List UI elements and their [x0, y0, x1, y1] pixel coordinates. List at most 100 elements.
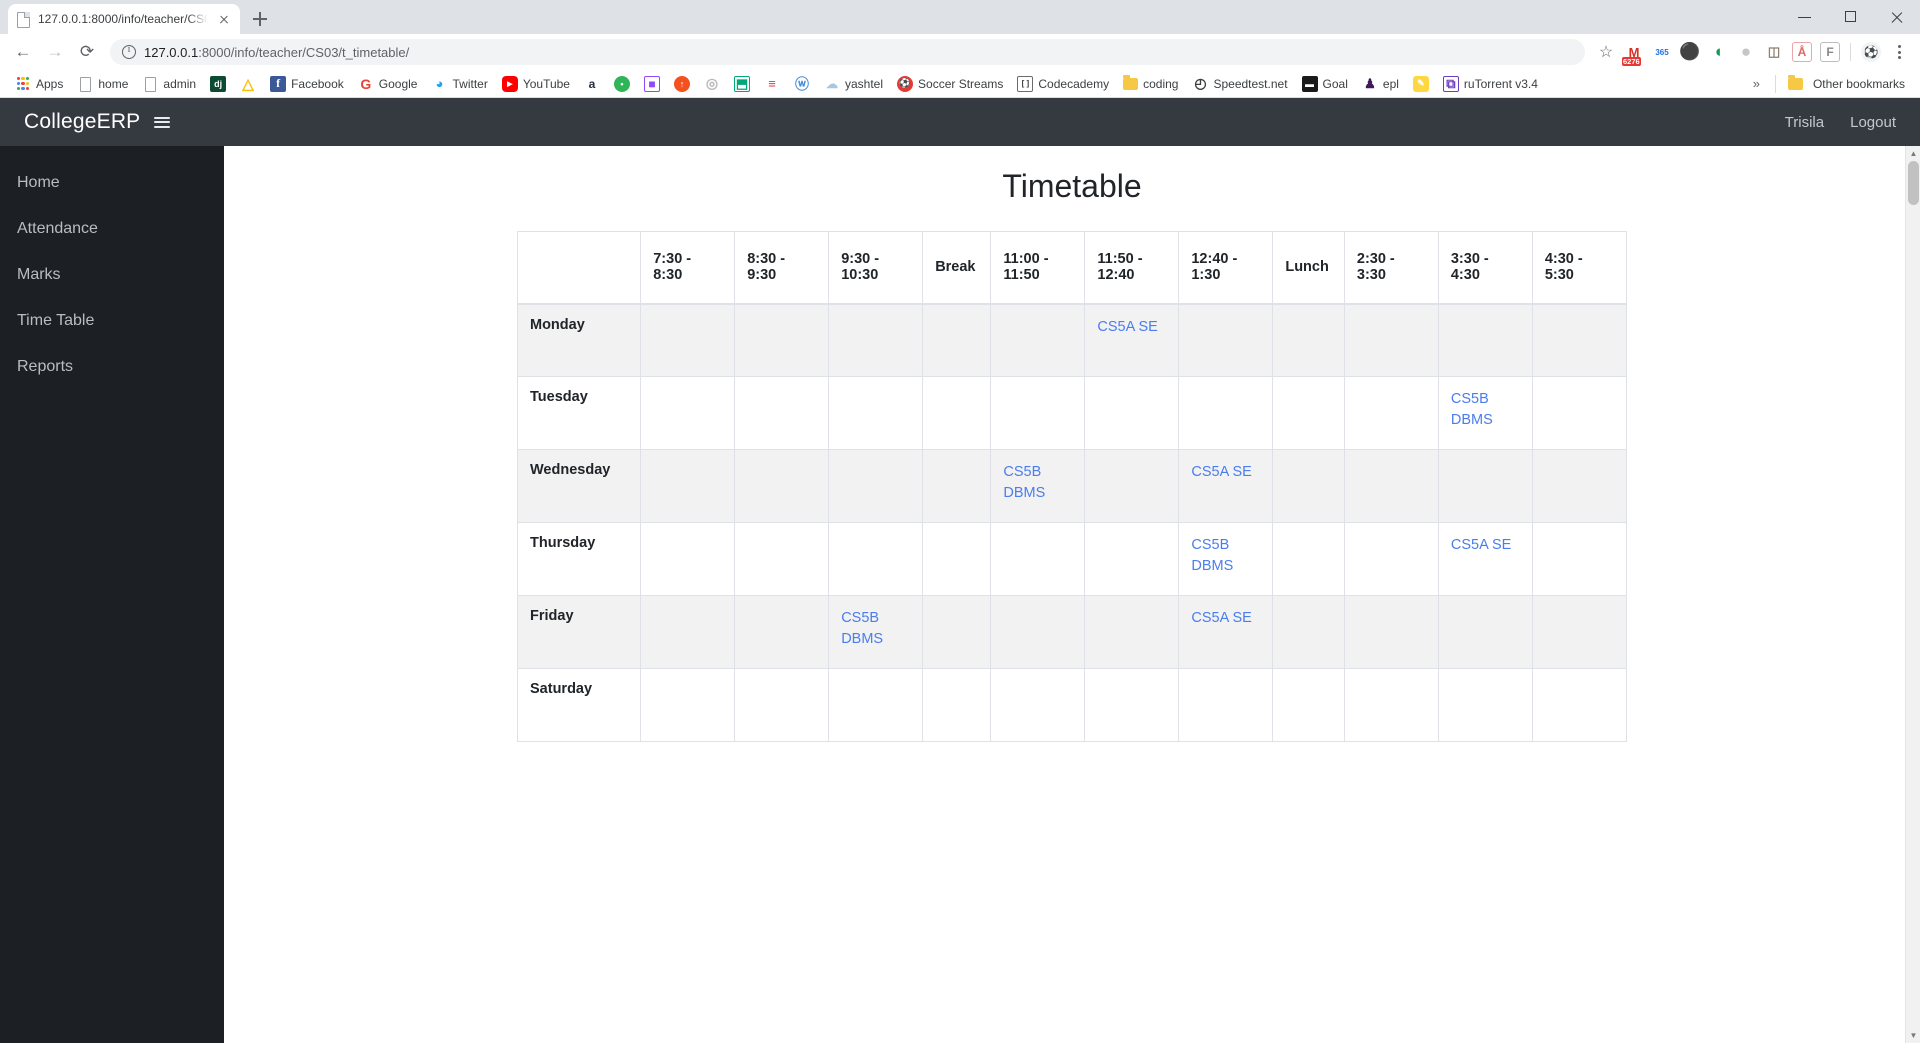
scroll-up-arrow-icon[interactable]: ▲	[1906, 146, 1920, 161]
bookmark-label: Twitter	[452, 76, 488, 91]
timetable-class-link[interactable]: CS5B DBMS	[1003, 462, 1072, 503]
timetable-cell	[828, 449, 924, 523]
sidebar-item-attendance[interactable]: Attendance	[0, 206, 224, 252]
bookmark-green-square[interactable]: ⬒	[727, 73, 757, 95]
bookmark-goal[interactable]: ▬ Goal	[1295, 73, 1355, 95]
timetable-class-link[interactable]: CS5B DBMS	[841, 608, 910, 649]
bookmark-label: Codecademy	[1038, 76, 1110, 91]
bookmark-google[interactable]: G Google	[351, 73, 425, 95]
minimize-window-button[interactable]	[1782, 0, 1828, 34]
timetable-cell	[1343, 522, 1439, 596]
bookmark-codecademy[interactable]: [ ] Codecademy	[1010, 73, 1116, 95]
opera-extension-icon[interactable]: ◖	[1705, 39, 1731, 65]
bookmark-admin[interactable]: admin	[135, 73, 203, 95]
scroll-down-arrow-icon[interactable]: ▼	[1906, 1028, 1920, 1043]
bookmark-label: Goal	[1322, 76, 1348, 91]
new-tab-button[interactable]	[246, 5, 274, 33]
timetable-class-link[interactable]: CS5A SE	[1451, 535, 1520, 556]
timetable-header-row: 7:30 - 8:30 8:30 - 9:30 9:30 - 10:30 Bre…	[516, 231, 1628, 305]
sidebar-item-time-table[interactable]: Time Table	[0, 298, 224, 344]
grey-circle-extension-icon[interactable]: ●	[1733, 39, 1759, 65]
page-icon	[142, 76, 158, 92]
page-scrollbar[interactable]: ▲ ▼	[1905, 146, 1920, 1043]
timetable-cell	[734, 668, 830, 742]
timetable-class-link[interactable]: CS5A SE	[1097, 317, 1166, 338]
goal-icon: ▬	[1301, 75, 1318, 92]
bookmark-yashtel[interactable]: ☁ yashtel	[817, 73, 890, 95]
timetable-class-link[interactable]: CS5A SE	[1191, 608, 1260, 629]
adobe-acrobat-extension-icon[interactable]: Å	[1789, 39, 1815, 65]
gmail-unread-badge: 6276	[1622, 57, 1641, 66]
facebook-icon: f	[270, 75, 287, 92]
bookmark-star-icon[interactable]: ☆	[1593, 39, 1619, 65]
back-button[interactable]: ←	[8, 37, 38, 67]
sidebar-item-home[interactable]: Home	[0, 160, 224, 206]
bookmark-label: coding	[1143, 76, 1179, 91]
bookmark-django[interactable]: dj	[203, 73, 233, 95]
bookmark-youtube[interactable]: ▶ YouTube	[495, 73, 577, 95]
timetable-cell	[922, 376, 992, 450]
bookmark-orange-circle[interactable]: ↑	[667, 73, 697, 95]
grey-circle-icon: ◎	[703, 75, 720, 92]
logout-link[interactable]: Logout	[1850, 114, 1896, 131]
bookmark-twitch[interactable]: ■	[637, 73, 667, 95]
bookmark-rutorrent[interactable]: ⧉ ruTorrent v3.4	[1436, 73, 1545, 95]
close-window-button[interactable]	[1874, 0, 1920, 34]
bookmark-soccer-streams[interactable]: ⚽ Soccer Streams	[890, 73, 1010, 95]
timetable-class-link[interactable]: CS5B DBMS	[1451, 389, 1520, 430]
browser-window: 127.0.0.1:8000/info/teacher/CS03 ← → ⟳ 1…	[0, 0, 1920, 1043]
bookmark-google-drive[interactable]: △	[233, 73, 263, 95]
sidebar-item-reports[interactable]: Reports	[0, 344, 224, 390]
bookmark-green-circle[interactable]: •	[607, 73, 637, 95]
adblock-extension-icon[interactable]: ⚫	[1677, 39, 1703, 65]
bookmark-amazon[interactable]: a	[577, 73, 607, 95]
timetable-cell	[1531, 303, 1628, 377]
apps-grid-icon	[15, 76, 31, 92]
bookmark-fw-circle[interactable]: ⓦ	[787, 73, 817, 95]
timetable-class-link[interactable]: CS5B DBMS	[1191, 535, 1260, 576]
reload-button[interactable]: ⟳	[72, 37, 102, 67]
more-bookmarks-icon[interactable]: »	[1747, 74, 1766, 93]
bookmark-coding-folder[interactable]: coding	[1116, 74, 1185, 94]
maximize-window-button[interactable]	[1828, 0, 1874, 34]
hamburger-icon[interactable]	[152, 115, 172, 130]
browser-toolbar: ← → ⟳ 127.0.0.1:8000/info/teacher/CS03/t…	[0, 34, 1920, 70]
bookmark-facebook[interactable]: f Facebook	[263, 73, 351, 95]
sidebar-item-marks[interactable]: Marks	[0, 252, 224, 298]
site-info-icon[interactable]	[122, 44, 136, 59]
page-content: CollegeERP Trisila Logout Home Attendanc…	[0, 98, 1920, 1043]
user-name-link[interactable]: Trisila	[1785, 114, 1824, 131]
browser-menu-icon[interactable]	[1886, 39, 1912, 65]
bookmark-other-bookmarks[interactable]: Other bookmarks	[1781, 74, 1912, 94]
gmail-extension-icon[interactable]: M 6276	[1621, 39, 1647, 66]
bookmark-label: home	[98, 76, 129, 91]
app-brand[interactable]: CollegeERP	[24, 110, 140, 134]
bookmark-epl[interactable]: ♟ epl	[1355, 73, 1406, 95]
address-bar[interactable]: 127.0.0.1:8000/info/teacher/CS03/t_timet…	[110, 39, 1585, 65]
timetable-cell	[1531, 668, 1628, 742]
timetable-cell	[1437, 449, 1533, 523]
tab-title: 127.0.0.1:8000/info/teacher/CS03	[38, 12, 208, 26]
close-tab-icon[interactable]	[216, 11, 232, 27]
downloads-extension-icon[interactable]: ◫	[1761, 39, 1787, 65]
browser-tab[interactable]: 127.0.0.1:8000/info/teacher/CS03	[8, 4, 240, 34]
bookmark-label: YouTube	[522, 76, 570, 91]
bookmark-home[interactable]: home	[70, 73, 135, 95]
page-title: Timetable	[1002, 168, 1142, 204]
timetable-cell	[1343, 376, 1439, 450]
scrollbar-thumb[interactable]	[1908, 161, 1919, 205]
bookmark-yellow-note[interactable]: ✎	[1406, 73, 1436, 95]
forward-button[interactable]: →	[40, 37, 70, 67]
profile-avatar-icon[interactable]: ⚽	[1858, 39, 1884, 65]
f-extension-icon[interactable]: F	[1817, 39, 1843, 65]
office365-extension-icon[interactable]: 365	[1649, 39, 1675, 65]
bookmarks-bar: Apps home admin dj △ f Facebook G Google…	[0, 70, 1920, 98]
timetable-cell	[1531, 449, 1628, 523]
timetable-cell	[1531, 595, 1628, 669]
bookmark-grey-circle[interactable]: ◎	[697, 73, 727, 95]
bookmark-twitter[interactable]: ◕ Twitter	[424, 73, 494, 95]
bookmark-apps[interactable]: Apps	[8, 73, 70, 95]
bookmark-speedtest[interactable]: ◴ Speedtest.net	[1185, 73, 1294, 95]
bookmark-red-lines[interactable]: ≡	[757, 73, 787, 95]
timetable-class-link[interactable]: CS5A SE	[1191, 462, 1260, 483]
